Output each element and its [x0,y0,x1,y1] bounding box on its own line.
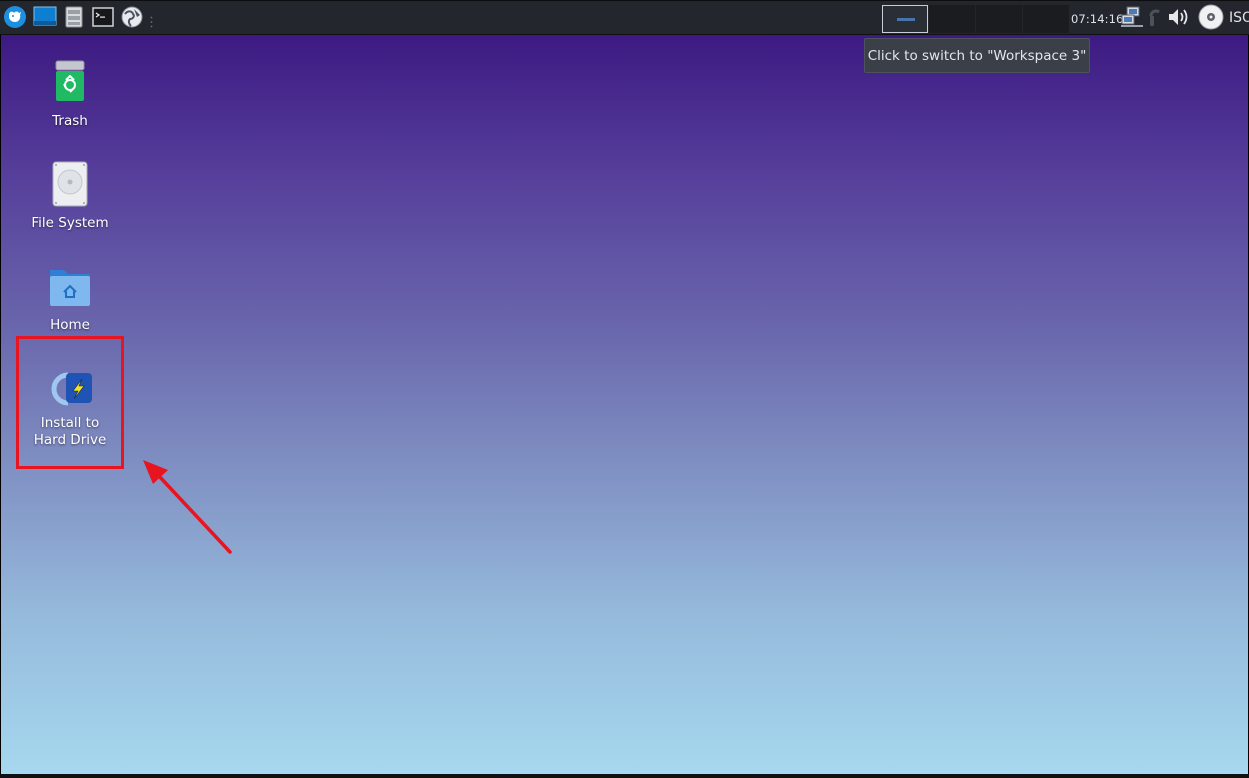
web-browser-icon [120,5,144,33]
network-button[interactable] [1120,6,1144,32]
bottom-edge [0,774,1249,778]
desktop-icon-home[interactable]: Home [15,262,125,334]
updates-button[interactable] [1146,7,1164,31]
clock[interactable]: 07:14:16 [1071,12,1123,26]
workspace-2[interactable] [929,5,975,33]
show-desktop-button[interactable] [33,5,57,33]
trash-icon [46,58,94,106]
file-manager-icon [62,5,86,33]
home-folder-icon [46,262,94,310]
desktop-icon-label: Trash [52,113,88,129]
volume-icon [1167,6,1191,32]
show-desktop-icon [33,5,57,33]
iso-label[interactable]: ISO [1229,10,1249,26]
workspace-switcher [881,5,1069,33]
whisker-menu-button[interactable] [3,5,27,33]
volume-button[interactable] [1166,7,1192,31]
top-panel: 07:14:16 ISO [0,0,1249,35]
desktop-icon-label: File System [31,215,109,231]
desktop-icon-trash[interactable]: Trash [15,58,125,130]
web-browser-button[interactable] [120,5,144,33]
workspace-3[interactable] [976,5,1022,33]
file-manager-button[interactable] [62,5,86,33]
screen: 07:14:16 ISO Click to switch to "Workspa… [0,0,1249,778]
workspace-window-thumbnail [897,18,915,21]
desktop-background[interactable] [1,35,1248,774]
whisker-menu-icon [3,5,27,33]
workspace-4[interactable] [1023,5,1069,33]
panel-separator-handle[interactable] [150,13,153,28]
terminal-icon [91,5,115,33]
workspace-tooltip: Click to switch to "Workspace 3" [864,38,1090,73]
annotation-highlight-box [16,336,124,469]
optical-disc-icon [1198,4,1224,34]
terminal-button[interactable] [91,7,115,31]
workspace-1[interactable] [882,5,928,33]
desktop-icon-label: Home [50,317,90,333]
network-icon [1121,6,1143,32]
updates-icon [1147,6,1163,32]
harddisk-icon [46,160,94,208]
optical-disc-button[interactable] [1197,4,1225,34]
desktop-icon-file-system[interactable]: File System [15,160,125,232]
